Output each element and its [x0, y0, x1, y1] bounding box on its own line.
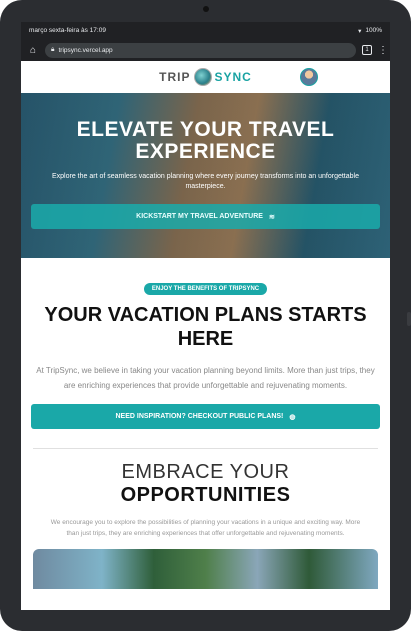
- url-text: tripsync.vercel.app: [58, 46, 113, 54]
- logo-trip: TRIP: [159, 70, 191, 84]
- benefits-pill: ENJOY THE BENEFITS OF TRIPSYNC: [143, 283, 268, 295]
- status-datetime: março sexta-feira às 17:09: [29, 27, 106, 34]
- status-right: ▾ 100%: [358, 27, 382, 35]
- embrace-title-light: EMBRACE YOUR: [121, 461, 290, 483]
- url-bar[interactable]: 🔒︎ tripsync.vercel.app: [45, 42, 356, 58]
- more-menu-icon[interactable]: ⋮: [378, 45, 388, 56]
- landscape-photo: [33, 549, 378, 589]
- status-bar: março sexta-feira às 17:09 ▾ 100%: [21, 22, 390, 39]
- embrace-body: We encourage you to explore the possibil…: [50, 519, 361, 537]
- public-plans-button[interactable]: NEED INSPIRATION? CHECKOUT PUBLIC PLANS!…: [31, 404, 380, 429]
- browser-toolbar: ⌂ 🔒︎ tripsync.vercel.app 1 ⋮: [21, 39, 390, 61]
- embrace-title-bold: OPPORTUNITIES: [120, 484, 291, 506]
- benefits-body: At TripSync, we believe in taking your v…: [36, 366, 375, 390]
- avatar[interactable]: [300, 68, 318, 86]
- screen: março sexta-feira às 17:09 ▾ 100% ⌂ 🔒︎ t…: [21, 22, 390, 610]
- kickstart-label: KICKSTART MY TRAVEL ADVENTURE: [136, 213, 263, 220]
- home-icon[interactable]: ⌂: [27, 45, 39, 56]
- camera: [203, 6, 209, 12]
- tablet-frame: março sexta-feira às 17:09 ▾ 100% ⌂ 🔒︎ t…: [0, 0, 411, 631]
- public-plans-label: NEED INSPIRATION? CHECKOUT PUBLIC PLANS!: [115, 413, 284, 420]
- power-button: [407, 312, 411, 326]
- lock-icon: 🔒︎: [51, 46, 55, 53]
- battery-level: 100%: [365, 27, 382, 34]
- logo-sync: SYNC: [214, 70, 252, 84]
- hero-title: ELEVATE YOUR TRAVEL EXPERIENCE: [76, 118, 335, 163]
- wifi-icon: ▾: [358, 27, 362, 35]
- waves-icon: ≋: [268, 213, 275, 221]
- benefits-title: YOUR VACATION PLANS STARTS HERE: [44, 304, 367, 350]
- app-header: TRIP SYNC: [21, 61, 390, 93]
- globe-button-icon: ◍: [289, 413, 296, 421]
- embrace-section: EMBRACE YOUR OPPORTUNITIES We encourage …: [21, 449, 390, 589]
- tabs-button[interactable]: 1: [362, 45, 372, 55]
- benefits-section: ENJOY THE BENEFITS OF TRIPSYNC YOUR VACA…: [21, 258, 390, 449]
- globe-icon: [193, 68, 212, 86]
- logo[interactable]: TRIP SYNC: [159, 68, 252, 86]
- kickstart-button[interactable]: KICKSTART MY TRAVEL ADVENTURE ≋: [31, 204, 380, 229]
- hero-subtitle: Explore the art of seamless vacation pla…: [51, 173, 359, 190]
- hero-section: ELEVATE YOUR TRAVEL EXPERIENCE Explore t…: [21, 93, 390, 258]
